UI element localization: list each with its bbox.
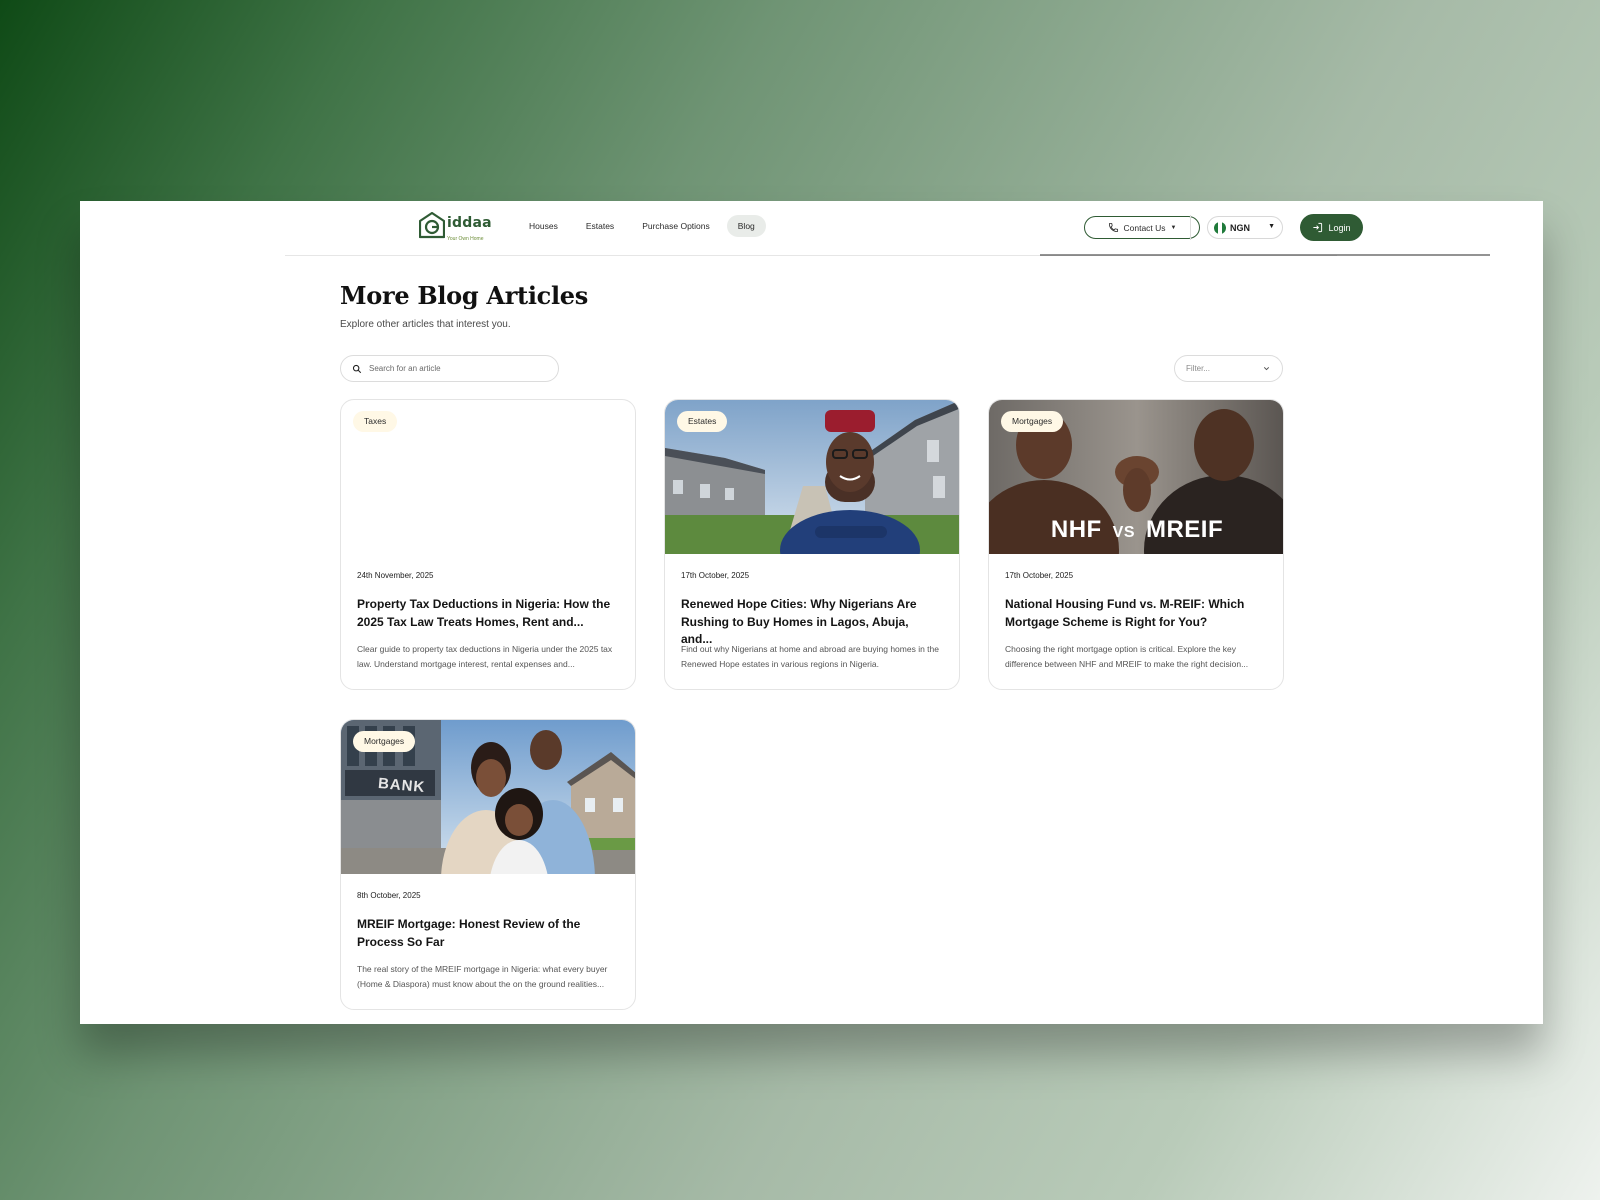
login-icon [1313,222,1323,233]
article-date: 17th October, 2025 [1005,571,1074,580]
caption-mreif: MREIF [1145,516,1224,543]
login-button[interactable]: Login [1300,214,1363,241]
article-card[interactable]: Mortgages BANK 8th October, 2025 MREIF M… [340,719,636,1010]
login-label: Login [1328,222,1351,233]
search-input[interactable] [369,364,539,373]
currency-selector[interactable]: NGN ▼ [1207,216,1283,239]
chevron-down-icon: ▼ [1170,224,1177,231]
search-field[interactable] [340,355,559,382]
nav-houses[interactable]: Houses [518,215,569,237]
article-title[interactable]: Property Tax Deductions in Nigeria: How … [357,596,619,631]
browser-viewport: iddaa Your Own Home Houses Estates Purch… [80,201,1543,1024]
article-excerpt: Choosing the right mortgage option is cr… [1005,644,1249,669]
nav-blog[interactable]: Blog [726,215,766,237]
header-divider [1190,215,1191,240]
filter-placeholder: Filter... [1186,364,1211,373]
category-tag: Taxes [353,411,398,432]
article-title[interactable]: Renewed Hope Cities: Why Nigerians Are R… [681,596,943,649]
page-title: More Blog Articles [340,281,588,310]
category-tag: Mortgages [1001,411,1064,432]
logo[interactable]: iddaa Your Own Home [419,212,499,244]
logo-wordmark: iddaa [447,215,492,231]
article-card[interactable]: Taxes 24th November, 2025 Property Tax D… [340,399,636,690]
contact-us-button[interactable]: Contact Us ▼ [1084,216,1200,239]
logo-tagline: Your Own Home [447,236,484,242]
category-tag: Estates [677,411,728,432]
main-nav: Houses Estates Purchase Options Blog [518,215,766,237]
search-icon [352,364,362,373]
category-tag: Mortgages [353,731,416,752]
page-subtitle: Explore other articles that interest you… [340,319,511,330]
house-logo-icon [419,212,445,239]
article-date: 8th October, 2025 [357,891,421,900]
image-caption: NHF VS MREIF [989,516,1283,544]
article-excerpt: Find out why Nigerians at home and abroa… [681,644,939,669]
currency-label: NGN [1230,222,1250,233]
header-underline-strip [1040,254,1490,256]
site-header: iddaa Your Own Home Houses Estates Purch… [285,201,1490,256]
article-excerpt: The real story of the MREIF mortgage in … [357,964,608,989]
article-card[interactable]: Estates 17th October, 2025 Renewed Hope … [664,399,960,690]
article-card[interactable]: Mortgages NHF VS MREIF 17th October, 202… [988,399,1284,690]
article-excerpt: Clear guide to property tax deductions i… [357,644,613,669]
chevron-down-icon [1263,367,1270,371]
contact-us-label: Contact Us [1123,222,1166,233]
article-title[interactable]: National Housing Fund vs. M-REIF: Which … [1005,596,1267,631]
caption-nhf: NHF [1050,516,1102,543]
caption-vs: VS [1112,524,1135,541]
nav-estates[interactable]: Estates [575,215,625,237]
article-date: 24th November, 2025 [357,571,434,580]
caret-down-icon: ▼ [1268,223,1275,230]
phone-icon [1108,222,1118,233]
nav-purchase-options[interactable]: Purchase Options [631,215,721,237]
article-title[interactable]: MREIF Mortgage: Honest Review of the Pro… [357,916,619,951]
article-date: 17th October, 2025 [681,571,750,580]
filter-select[interactable]: Filter... [1174,355,1283,382]
nigeria-flag-icon [1214,221,1226,234]
